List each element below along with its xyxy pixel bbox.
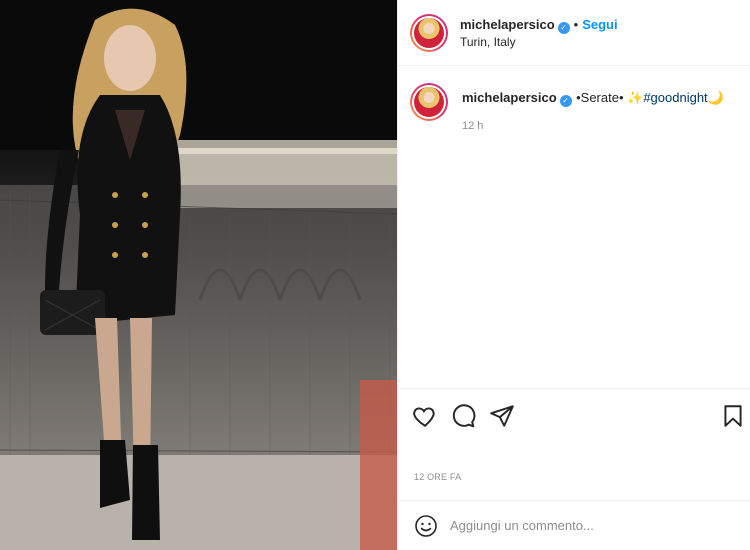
comment-input[interactable] [450,515,710,535]
action-bar [398,388,750,444]
caption-username-link[interactable]: michelapersico [462,90,557,105]
username-link[interactable]: michelapersico [460,17,555,32]
emoji-icon[interactable] [414,514,438,538]
caption-text: •Serate• [576,90,628,105]
header-user-line: michelapersico ✓ • Segui [460,16,618,34]
post-timestamp[interactable]: 12 ORE FA [414,472,461,482]
moon-emoji: 🌙 [707,90,724,105]
separator-dot: • [573,17,579,32]
caption: michelapersico ✓ •Serate• ✨#goodnight🌙 [462,89,742,107]
caption-verified-badge-icon: ✓ [559,94,572,107]
caption-avatar[interactable] [410,83,448,121]
comment-bar [398,500,750,550]
location-link[interactable]: Turin, Italy [460,35,516,49]
caption-avatar-image [414,87,444,117]
verified-badge-icon: ✓ [557,21,570,34]
sparkles-emoji: ✨ [627,90,644,105]
avatar[interactable] [410,14,448,52]
comment-icon[interactable] [450,403,476,429]
post-sidebar: michelapersico ✓ • Segui Turin, Italy miche… [397,0,750,550]
bookmark-icon[interactable] [720,403,746,429]
heart-icon[interactable] [412,403,438,429]
avatar-image [414,18,444,48]
caption-time: 12 h [462,120,484,132]
post-header: michelapersico ✓ • Segui Turin, Italy [398,0,750,66]
follow-button[interactable]: Segui [582,17,617,32]
post-photo[interactable] [0,0,397,550]
send-icon[interactable] [489,403,515,429]
hashtag-link[interactable]: #goodnight [643,90,707,105]
photo-illustration [0,0,397,550]
